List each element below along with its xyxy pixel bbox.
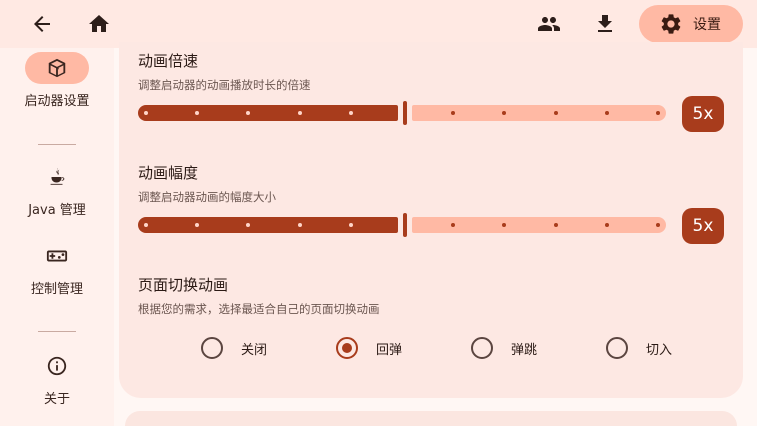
accounts-button[interactable] [529,4,569,44]
nav-indicator [25,240,89,272]
slider-tick [604,223,609,227]
nav-divider [38,331,76,332]
nav-indicator [25,161,89,193]
slider-tick [348,223,353,227]
slider-active-track [138,105,398,121]
back-button[interactable] [22,4,62,44]
anim-speed-slider[interactable] [138,101,666,125]
anim-speed-value: 5x [682,96,724,132]
java-icon [50,167,65,185]
nav-launcher-settings[interactable]: 启动器设置 [0,52,114,109]
slider-tick [348,111,353,115]
slider-inactive-track [412,105,666,121]
page-transition-radio-group: 关闭 回弹 弹跳 切入 [0,335,757,361]
slider-tick [656,111,660,115]
slider-tick [656,223,660,227]
page-transition-title: 页面切换动画 [138,276,229,294]
radio-button[interactable] [471,337,493,359]
page-transition-desc: 根据您的需求，选择最适合自己的页面切换动画 [138,302,380,316]
download-icon [598,15,612,32]
nav-label: 关于 [43,392,70,407]
nav-label: 启动器设置 [24,94,90,109]
radio-option-cut-in[interactable]: 切入 [606,335,672,361]
anim-speed-title: 动画倍速 [138,52,199,70]
anim-speed-desc: 调整启动器的动画播放时长的倍速 [138,78,311,92]
radio-label: 关闭 [241,342,268,358]
nav-indicator [25,52,89,84]
settings-button[interactable]: 设置 [639,5,743,43]
radio-button[interactable] [201,337,223,359]
radio-button[interactable] [336,337,358,359]
nav-control-management[interactable]: 控制管理 [0,240,114,297]
top-app-bar: 设置 [0,0,757,48]
slider-inactive-track [412,217,666,233]
slider-tick [553,111,558,115]
nav-label: Java 管理 [28,203,86,218]
nav-java-management[interactable]: Java 管理 [0,161,114,218]
slider-tick [297,223,302,227]
gear-icon [661,14,681,34]
radio-label: 切入 [646,342,673,358]
navigation-rail: 启动器设置 Java 管理 控制管理 关于 [0,48,114,426]
people-icon [538,17,560,31]
slider-active-track [138,217,398,233]
download-button[interactable] [585,4,625,44]
radio-button[interactable] [606,337,628,359]
radio-option-bounce[interactable]: 弹跳 [471,335,537,361]
nav-divider [38,144,76,145]
gamepad-icon [46,250,68,262]
radio-label: 回弹 [376,342,403,358]
slider-tick [144,111,148,115]
next-settings-card [125,411,737,426]
slider-tick [604,111,609,115]
slider-thumb[interactable] [403,213,407,237]
radio-option-off[interactable]: 关闭 [201,335,267,361]
home-icon [89,15,109,32]
radio-label: 弹跳 [511,342,538,358]
home-button[interactable] [79,4,119,44]
arrow-back-icon [34,16,50,32]
slider-thumb[interactable] [403,101,407,125]
settings-label: 设置 [693,17,721,33]
slider-tick [144,223,148,227]
anim-amplitude-value: 5x [682,208,724,244]
anim-amplitude-desc: 调整启动器动画的幅度大小 [138,190,276,204]
nav-label: 控制管理 [30,282,83,297]
cube-icon [48,58,66,78]
radio-option-bounce-back[interactable]: 回弹 [336,335,402,361]
anim-amplitude-title: 动画幅度 [138,164,199,182]
slider-tick [553,223,558,227]
radio-selected-dot [342,343,352,353]
anim-amplitude-slider[interactable] [138,213,666,237]
slider-tick [297,111,302,115]
